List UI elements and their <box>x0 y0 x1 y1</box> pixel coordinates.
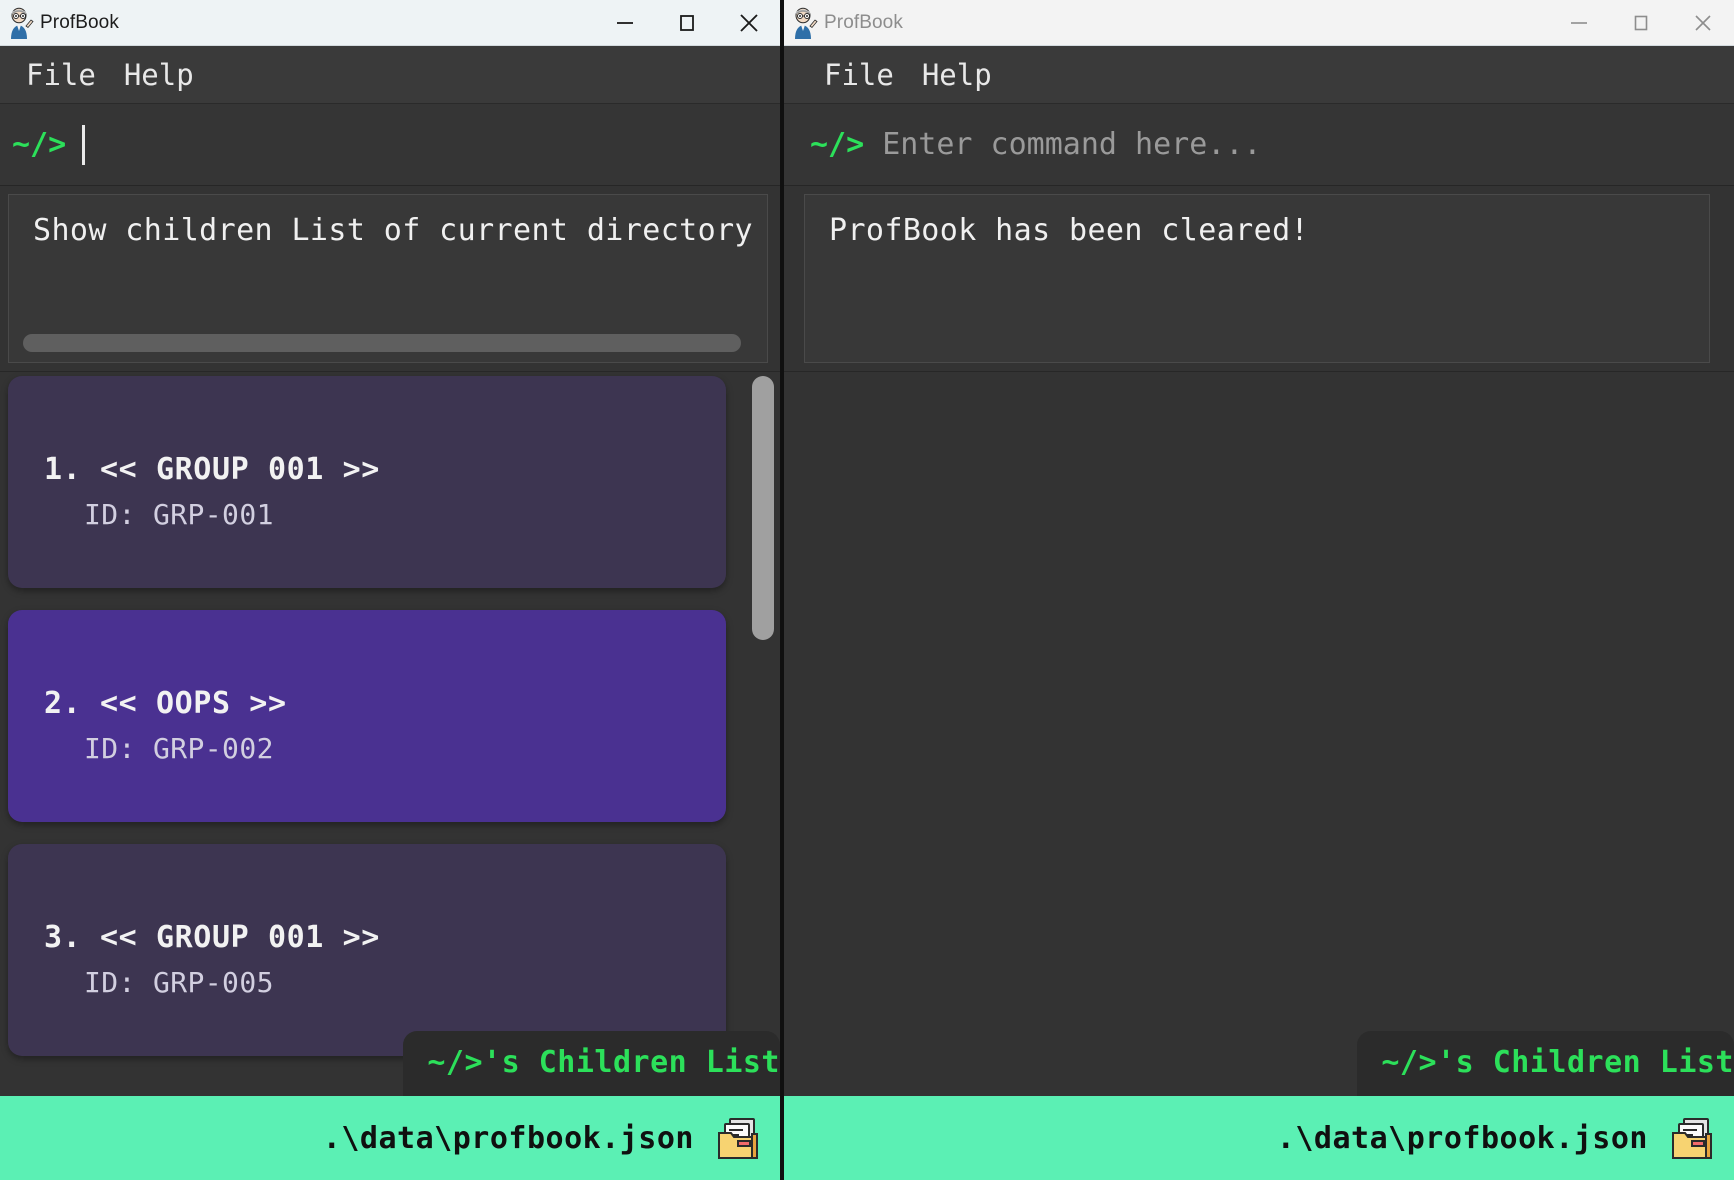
menu-file-right[interactable]: File <box>810 56 908 94</box>
status-file-path-right: .\data\profbook.json <box>1276 1120 1648 1156</box>
command-input-right[interactable] <box>882 118 1734 171</box>
professor-avatar-icon <box>788 6 822 40</box>
prompt-symbol-left: ~/> <box>12 127 67 162</box>
children-card-1[interactable]: 1. << GROUP 001 >> ID: GRP-001 <box>8 376 726 588</box>
children-card-title-3: 3. << GROUP 001 >> <box>44 920 380 955</box>
children-list-badge-label-right: ~/>'s Children List <box>1381 1045 1734 1080</box>
desktop: ProfBook File Help ~/> Enter command her… <box>0 0 1734 1180</box>
status-file-path-left: .\data\profbook.json <box>322 1120 694 1156</box>
window-title-right: ProfBook <box>824 11 903 33</box>
children-card-list-left: 1. << GROUP 001 >> ID: GRP-001 2. << OOP… <box>8 376 772 1096</box>
children-card-title-2: 2. << OOPS >> <box>44 686 287 721</box>
professor-avatar-icon <box>4 6 38 40</box>
children-list-area-left[interactable]: 1. << GROUP 001 >> ID: GRP-001 2. << OOP… <box>0 372 780 1096</box>
output-panel-left: Show children List of current directory <box>0 186 780 372</box>
close-button-left[interactable] <box>718 0 780 46</box>
children-list-badge-right: ~/>'s Children List <box>1357 1031 1734 1096</box>
children-card-3[interactable]: 3. << GROUP 001 >> ID: GRP-005 <box>8 844 726 1056</box>
titlebar-left[interactable]: ProfBook <box>0 0 780 46</box>
output-panel-right: ProfBook has been cleared! <box>784 186 1734 372</box>
profbook-window-left[interactable]: ProfBook File Help ~/> Show children Lis… <box>0 0 780 1180</box>
text-caret-left <box>82 124 86 165</box>
command-input-left[interactable] <box>91 118 780 171</box>
children-card-title-1: 1. << GROUP 001 >> <box>44 452 380 487</box>
children-list-area-right[interactable]: ~/>'s Children List <box>784 372 1734 1096</box>
children-list-badge-left: ~/>'s Children List <box>403 1031 780 1096</box>
children-card-id-3: ID: GRP-005 <box>84 966 274 999</box>
output-box-right[interactable]: ProfBook has been cleared! <box>804 194 1710 363</box>
children-card-id-2: ID: GRP-002 <box>84 732 274 765</box>
statusbar-left: .\data\profbook.json <box>0 1096 780 1180</box>
window-seam <box>780 0 784 1180</box>
profbook-window-right[interactable]: ProfBook File Help ~/> Enter command her… <box>784 0 1734 1180</box>
menu-help-right[interactable]: Help <box>908 56 1006 94</box>
children-card-2[interactable]: 2. << OOPS >> ID: GRP-002 <box>8 610 726 822</box>
window-title-left: ProfBook <box>40 11 119 33</box>
command-bar-left[interactable]: ~/> <box>0 104 780 186</box>
close-button-right[interactable] <box>1672 0 1734 46</box>
folder-file-icon-right[interactable] <box>1668 1114 1716 1162</box>
minimize-button-right[interactable] <box>1548 0 1610 46</box>
minimize-button-left[interactable] <box>594 0 656 46</box>
prompt-symbol-right: ~/> <box>810 127 865 162</box>
output-text-right: ProfBook has been cleared! <box>829 213 1309 248</box>
menubar-left: File Help <box>0 46 780 104</box>
children-card-id-1: ID: GRP-001 <box>84 498 274 531</box>
menu-help-left[interactable]: Help <box>110 56 208 94</box>
output-text-left: Show children List of current directory <box>33 213 753 248</box>
children-list-scroll-thumb-left[interactable] <box>752 376 774 640</box>
command-bar-right[interactable]: ~/> <box>784 104 1734 186</box>
output-horizontal-scrollbar-left[interactable] <box>23 334 741 352</box>
caption-buttons-left <box>594 0 780 46</box>
menubar-right: File Help <box>784 46 1734 104</box>
caption-buttons-right <box>1548 0 1734 46</box>
maximize-button-left[interactable] <box>656 0 718 46</box>
children-list-vertical-scrollbar-left[interactable] <box>752 376 774 1096</box>
children-list-badge-label-left: ~/>'s Children List <box>427 1045 780 1080</box>
folder-file-icon-left[interactable] <box>714 1114 762 1162</box>
statusbar-right: .\data\profbook.json <box>784 1096 1734 1180</box>
output-box-left[interactable]: Show children List of current directory <box>8 194 768 363</box>
titlebar-right[interactable]: ProfBook <box>784 0 1734 46</box>
maximize-button-right[interactable] <box>1610 0 1672 46</box>
menu-file-left[interactable]: File <box>12 56 110 94</box>
